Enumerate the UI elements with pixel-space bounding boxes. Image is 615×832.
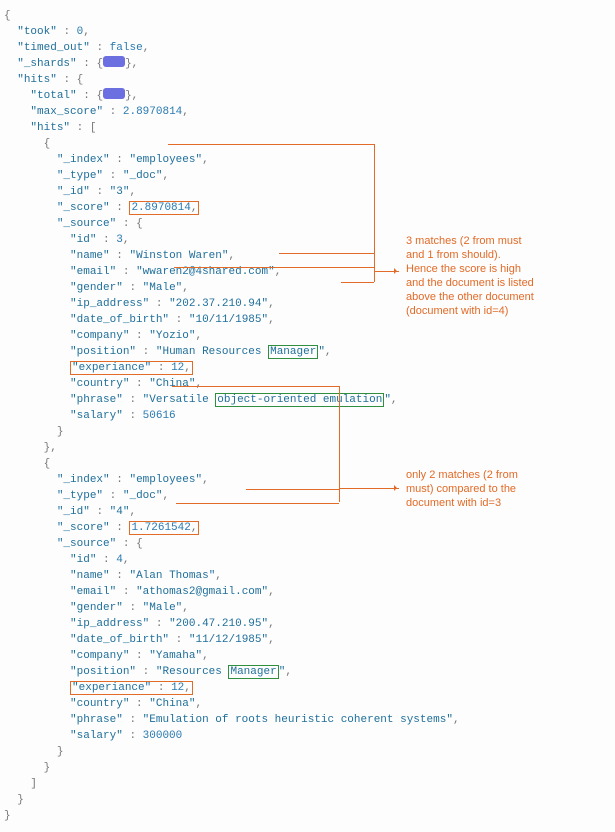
note2-l3: document with id=3 [406,496,606,510]
match-highlight-manager-doc1: Manager [268,345,318,359]
exp-highlight-doc2: "experiance" : 12, [70,681,193,695]
note1-l1: 3 matches (2 from must [406,234,606,248]
bracket-phrase-doc1 [341,282,374,283]
bracket-position-doc1 [279,253,374,254]
score-highlight-doc1: 2.8970814, [129,201,199,215]
arrow-doc2 [339,488,399,489]
annotation-note-doc1: 3 matches (2 from must and 1 from should… [406,234,606,318]
bracket-vertical-doc2 [339,386,340,502]
note2-l1: only 2 matches (2 from [406,468,606,482]
note1-l6: (document with id=4) [406,304,606,318]
note1-l4: and the document is listed [406,276,606,290]
note1-l2: and 1 from should). [406,248,606,262]
match-highlight-phrase-doc1: object-oriented emulation [215,393,384,407]
note1-l5: above the other document [406,290,606,304]
match-highlight-manager-doc2: Manager [228,665,278,679]
bracket-top-doc2 [172,386,339,387]
badge-icon[interactable] [103,56,125,67]
bracket-position-doc2 [246,489,339,490]
bracket-exp-doc1 [174,267,374,268]
arrow-doc1 [374,271,399,272]
bracket-exp-doc2 [176,503,339,504]
note1-l3: Hence the score is high [406,262,606,276]
note2-l2: must) compared to the [406,482,606,496]
bracket-vertical-doc1 [374,144,375,282]
annotation-note-doc2: only 2 matches (2 from must) compared to… [406,468,606,510]
exp-highlight-doc1: "experiance" : 12, [70,361,193,375]
bracket-top-doc1 [168,144,374,145]
badge-icon[interactable] [103,88,125,99]
score-highlight-doc2: 1.7261542, [129,521,199,535]
json-root: { "top": { "took_key": "took", "took_val… [4,8,613,824]
